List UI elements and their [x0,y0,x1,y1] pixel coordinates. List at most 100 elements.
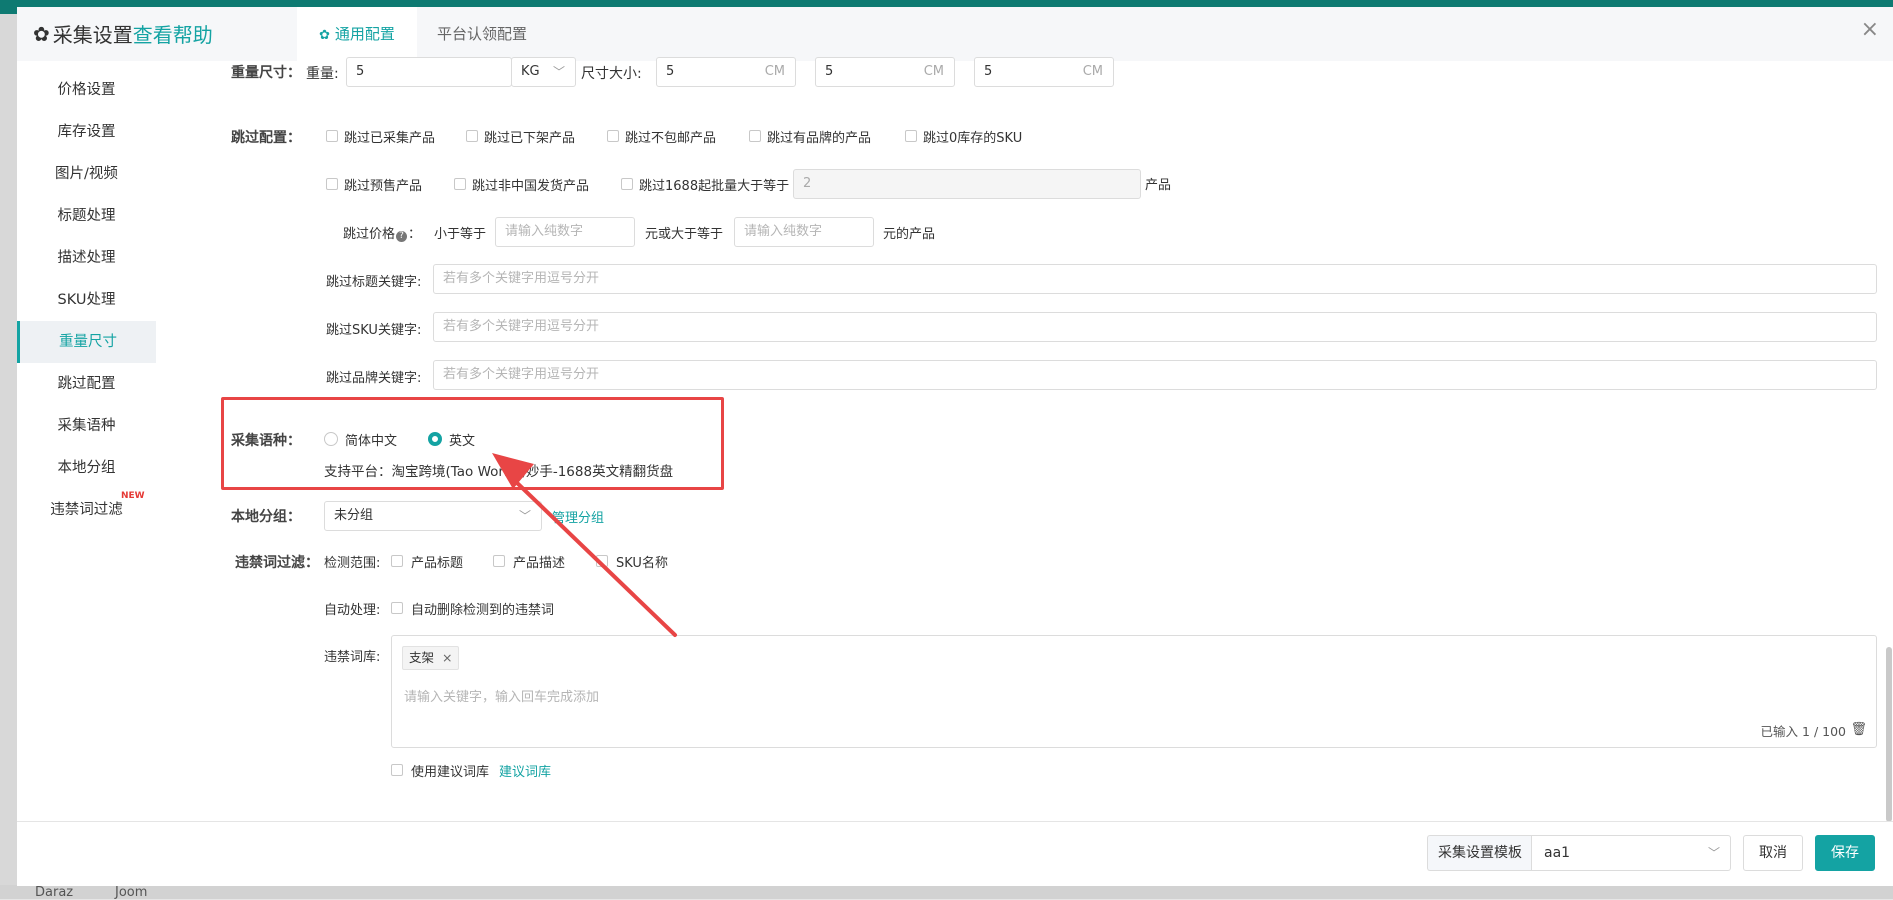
chevron-down-icon: ﹀ [1707,846,1720,860]
banned-lib-placeholder: 请输入关键字，输入回车完成添加 [404,690,600,705]
sidebar-item-stock[interactable]: 库存设置 [17,111,156,153]
length-unit: CM [764,64,785,79]
local-group-value: 未分组 [334,508,374,523]
skip-collected-checkbox[interactable] [326,130,338,142]
scope-sku-label: SKU名称 [616,556,668,571]
scrollbar-thumb[interactable] [1886,647,1892,822]
banned-tag-label: 支架 [409,650,435,665]
background-left-strip [0,14,17,899]
tab-platform-claim-config[interactable]: 平台认领配置 [437,7,527,61]
scope-title-checkbox[interactable] [391,555,403,567]
chevron-down-icon: ﹀ [518,509,531,523]
modal-header: ✿ 采集设置 查看帮助 ✿ 通用配置 平台认领配置 × [17,7,1893,61]
chevron-down-icon: ﹀ [552,65,565,79]
skip-branded-checkbox[interactable] [749,130,761,142]
help-link[interactable]: 查看帮助 [133,19,213,48]
skip-price-label-text: 跳过价格 [343,227,396,242]
weight-unit-value: KG [521,64,540,79]
banned-lib-box[interactable]: 支架 × 请输入关键字，输入回车完成添加 已输入 1 / 100 🗑 [391,635,1877,748]
trash-icon[interactable]: 🗑 [1850,716,1867,744]
sidebar-item-skip[interactable]: 跳过配置 [17,363,156,405]
skip-sku-kw-label: 跳过SKU关键字: [326,323,422,338]
settings-content: 重量尺寸： 重量: 5 KG ﹀ 尺寸大小: 5 CM 5 CM 5 CM 跳过… [156,57,1893,822]
tab-general-config[interactable]: ✿ 通用配置 [297,7,417,61]
sidebar-item-banned-words[interactable]: 违禁词过滤 NEW [17,489,156,531]
sidebar-item-media[interactable]: 图片/视频 [17,153,156,195]
close-icon[interactable]: × [1861,17,1879,42]
skip-title-kw-input[interactable]: 若有多个关键字用逗号分开 [433,264,1877,294]
price-max-input[interactable]: 请输入纯数字 [734,217,874,247]
save-button[interactable]: 保存 [1815,835,1875,871]
manage-group-link[interactable]: 管理分组 [552,507,604,526]
skip-no-free-shipping-checkbox[interactable] [607,130,619,142]
sidebar-item-price[interactable]: 价格设置 [17,69,156,111]
price-suffix: 元的产品 [883,227,936,242]
length-input[interactable]: 5 CM [656,57,796,87]
height-value: 5 [984,64,993,79]
scope-title-label: 产品标题 [411,556,464,571]
help-icon[interactable]: ? [396,231,408,242]
scope-sku-checkbox[interactable] [596,555,608,567]
width-input[interactable]: 5 CM [815,57,955,87]
skip-zero-stock-checkbox[interactable] [905,130,917,142]
template-label: 采集设置模板 [1427,835,1532,871]
scope-description-label: 产品描述 [513,556,566,571]
skip-moq-checkbox[interactable] [621,178,633,190]
skip-non-china-label: 跳过非中国发货产品 [472,179,590,194]
cancel-button[interactable]: 取消 [1743,835,1803,871]
skip-config-label: 跳过配置： [231,130,301,146]
settings-sidebar: 价格设置 库存设置 图片/视频 标题处理 描述处理 SKU处理 重量尺寸 跳过配… [17,61,156,821]
skip-no-free-shipping-label: 跳过不包邮产品 [625,131,717,146]
background-bottom-strip: Daraz Joom [0,885,1893,900]
use-suggest-label: 使用建议词库 [411,765,490,780]
skip-non-china-checkbox[interactable] [454,178,466,190]
template-select[interactable]: aa1 ﹀ [1531,835,1731,871]
weight-label: 重量: [306,66,339,82]
moq-input[interactable]: 2 [793,169,1141,199]
price-or-greater-label: 元或大于等于 [645,227,724,242]
length-value: 5 [666,64,675,79]
modal-title: ✿ 采集设置 查看帮助 [33,19,213,48]
skip-title-kw-label: 跳过标题关键字: [326,275,422,290]
weight-unit-select[interactable]: KG ﹀ [511,57,576,87]
skip-price-colon: ： [408,227,422,242]
local-group-select[interactable]: 未分组 ﹀ [324,501,542,531]
price-less-than-label: 小于等于 [434,227,487,242]
sidebar-item-banned-words-label: 违禁词过滤 [50,502,123,518]
skip-sku-kw-input[interactable]: 若有多个关键字用逗号分开 [433,312,1877,342]
width-unit: CM [923,64,944,79]
auto-delete-checkbox[interactable] [391,602,403,614]
suggest-link[interactable]: 建议词库 [499,761,551,780]
sidebar-item-weight-size[interactable]: 重量尺寸 [17,321,156,363]
skip-price-label: 跳过价格?： [343,223,421,242]
use-suggest-checkbox[interactable] [391,764,403,776]
price-min-input[interactable]: 请输入纯数字 [495,217,635,247]
annotation-box [221,397,724,490]
sidebar-item-sku[interactable]: SKU处理 [17,279,156,321]
skip-delisted-label: 跳过已下架产品 [484,131,576,146]
weight-input[interactable]: 5 [346,57,512,87]
size-label: 尺寸大小: [581,66,642,82]
scope-description-checkbox[interactable] [493,555,505,567]
banned-lib-label: 违禁词库: [324,650,381,665]
skip-branded-label: 跳过有品牌的产品 [767,131,872,146]
sidebar-item-local-group[interactable]: 本地分组 [17,447,156,489]
sidebar-item-language[interactable]: 采集语种 [17,405,156,447]
skip-presale-checkbox[interactable] [326,178,338,190]
weight-size-label: 重量尺寸： [231,65,301,81]
local-group-label: 本地分组： [231,509,301,525]
skip-brand-kw-input[interactable]: 若有多个关键字用逗号分开 [433,360,1877,390]
sidebar-item-description[interactable]: 描述处理 [17,237,156,279]
skip-zero-stock-label: 跳过0库存的SKU [923,131,1023,146]
tab-gear-icon: ✿ [319,28,331,43]
skip-presale-label: 跳过预售产品 [344,179,423,194]
new-badge: NEW [121,491,145,501]
tag-close-icon[interactable]: × [442,650,452,665]
width-value: 5 [825,64,834,79]
settings-modal: ✿ 采集设置 查看帮助 ✿ 通用配置 平台认领配置 × 价格设置 库存设置 图片… [17,7,1893,886]
height-input[interactable]: 5 CM [974,57,1114,87]
sidebar-item-title[interactable]: 标题处理 [17,195,156,237]
skip-moq-label: 跳过1688起批量大于等于 [639,179,790,194]
skip-delisted-checkbox[interactable] [466,130,478,142]
modal-title-text: 采集设置 [52,23,133,47]
